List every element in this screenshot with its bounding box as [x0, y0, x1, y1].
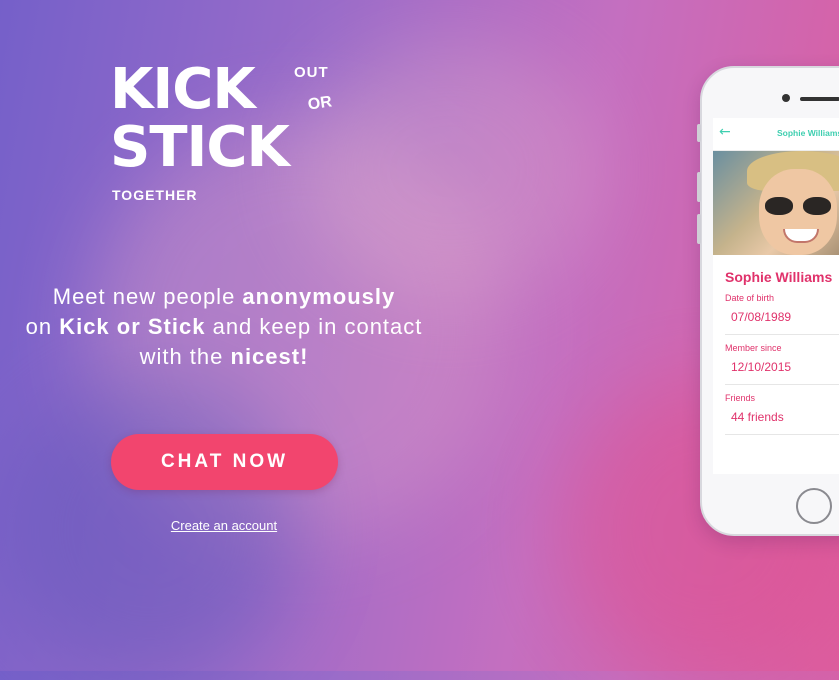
logo-out: OUT	[294, 64, 329, 81]
chat-now-button[interactable]: CHAT NOW	[111, 434, 338, 490]
tagline: Meet new people anonymously on Kick or S…	[20, 282, 428, 372]
tagline-text: on	[25, 314, 60, 339]
phone-speaker	[800, 97, 839, 101]
profile-photo	[713, 151, 839, 255]
field-value: 44 friends	[731, 410, 784, 424]
phone-mockup: ← Sophie Williams Sophie Williams Date o…	[697, 66, 839, 536]
kick-or-stick-logo: KICK OUT OR STICK TOGETHER	[110, 62, 350, 207]
field-value: 07/08/1989	[731, 310, 792, 324]
tagline-emphasis: anonymously	[242, 284, 396, 309]
phone-side-button	[697, 124, 701, 142]
profile-name: Sophie Williams	[725, 269, 833, 285]
app-header: ← Sophie Williams	[713, 118, 839, 151]
back-arrow-icon: ←	[719, 124, 731, 140]
field-value: 12/10/2015	[731, 360, 792, 374]
logo-kick: KICK	[110, 57, 256, 122]
app-header-title: Sophie Williams	[777, 128, 839, 138]
tagline-text: Meet new people	[52, 284, 243, 309]
sunglasses	[765, 197, 835, 215]
phone-side-button	[697, 214, 701, 244]
field-label: Date of birth	[725, 293, 775, 303]
create-account-link[interactable]: Create an account	[120, 518, 328, 533]
phone-camera	[782, 94, 790, 102]
phone-screen: ← Sophie Williams Sophie Williams Date o…	[713, 118, 839, 474]
logo-together: TOGETHER	[112, 187, 198, 203]
profile-field: Member since 12/10/2015	[725, 335, 839, 385]
phone-home-button	[796, 488, 832, 524]
logo-stick: STICK	[110, 115, 290, 180]
profile-field: Date of birth 07/08/1989	[725, 285, 839, 335]
field-label: Member since	[725, 343, 782, 353]
profile-details: Sophie Williams Date of birth 07/08/1989…	[713, 255, 839, 435]
profile-field: Friends 44 friends	[725, 385, 839, 435]
field-label: Friends	[725, 393, 756, 403]
tagline-emphasis: Kick or Stick	[59, 314, 206, 339]
tagline-emphasis: nicest!	[230, 344, 309, 369]
logo-or: OR	[306, 93, 333, 114]
phone-side-button	[697, 172, 701, 202]
